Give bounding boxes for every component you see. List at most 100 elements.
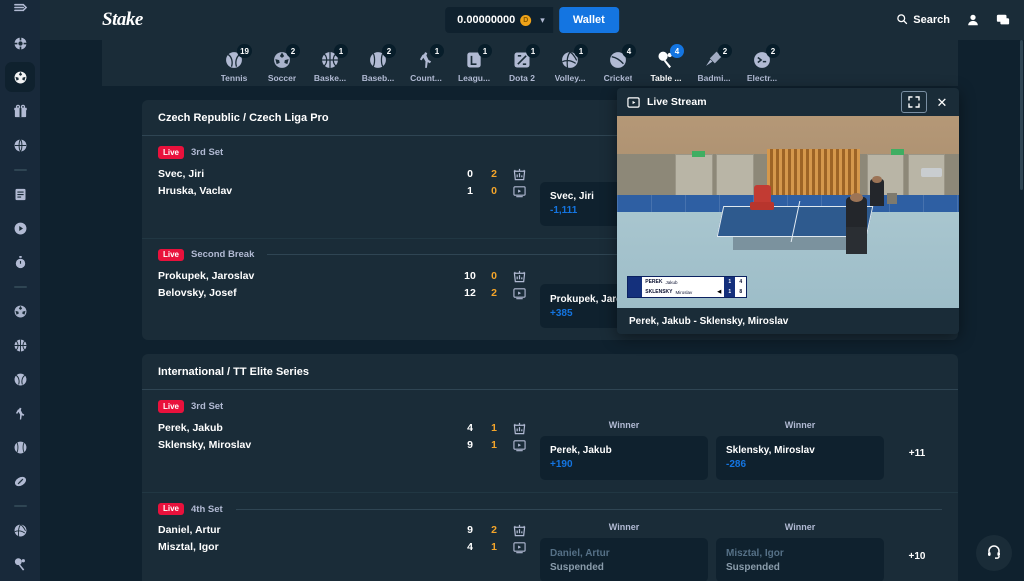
volleyball-icon: 1: [557, 44, 588, 70]
balance-amount: 0.00000000: [457, 14, 516, 26]
sport-tab-count[interactable]: 1 Count...: [402, 44, 450, 86]
stake-logo[interactable]: Stake: [102, 9, 143, 31]
sidebar-divider: [13, 286, 27, 288]
point-score: 2: [491, 287, 497, 300]
match-phase: 3rd Set: [191, 146, 224, 158]
sport-tab-leagu[interactable]: 1 Leagu...: [450, 44, 498, 86]
close-icon[interactable]: ✕: [929, 91, 955, 113]
match-body: Daniel, Artur Misztal, Igor 9 4 2 1 Winner Dani…: [158, 522, 942, 581]
live-stream-buttons: ✕: [901, 91, 955, 113]
sport-tab-tennis[interactable]: 19 Tennis: [210, 44, 258, 86]
collapse-sidebar-icon: [13, 0, 28, 20]
header-actions: Search: [896, 13, 1010, 28]
points-column: 20: [482, 166, 506, 200]
stats-chart-icon[interactable]: [513, 268, 526, 285]
sport-tab-label: Baske...: [313, 73, 347, 83]
sidebar-item-volleyball[interactable]: [5, 515, 35, 545]
table-tennis-icon: 4: [653, 44, 684, 70]
scoreboard-firstname: Jakub: [665, 279, 678, 285]
counter-strike-icon: 1: [413, 44, 444, 70]
sport-count-badge: 2: [382, 44, 396, 58]
match-row[interactable]: Live 3rd Set Perek, Jakub Sklensky, Mirosla…: [142, 390, 958, 492]
odds-button[interactable]: Perek, Jakub +190: [540, 435, 708, 480]
fullscreen-icon[interactable]: [901, 91, 927, 113]
sidebar-item-table-tennis[interactable]: [5, 549, 35, 579]
live-stream-icon[interactable]: [512, 539, 526, 556]
game-score: 10: [464, 270, 476, 283]
support-button[interactable]: [976, 535, 1012, 571]
live-stream-video[interactable]: PEREK Jakub SKLENSKY Miroslav ◀ 11 48: [617, 116, 959, 308]
sidebar-item-affiliate[interactable]: [5, 130, 35, 160]
sport-tab-dota[interactable]: 1 Dota 2: [498, 44, 546, 86]
video-referee: [870, 179, 884, 207]
soccer-ball-icon: [13, 304, 28, 319]
sidebar-item-bets[interactable]: [5, 179, 35, 209]
balance-display[interactable]: 0.00000000 ▾: [445, 7, 553, 33]
player-name: Daniel, Artur: [158, 524, 221, 537]
sidebar-item-live[interactable]: [5, 213, 35, 243]
live-stream-icon[interactable]: [512, 285, 526, 302]
match-status: Live 4th Set: [158, 502, 942, 516]
odds-button[interactable]: Sklensky, Miroslav -286: [716, 435, 884, 480]
sidebar-item-sports[interactable]: [5, 62, 35, 92]
sport-tab-table[interactable]: 4 Table ...: [642, 44, 690, 86]
video-wall-fixture: [921, 167, 942, 178]
game-score: 4: [467, 421, 473, 434]
live-stream-icon[interactable]: [512, 437, 526, 454]
esports-icon: 2: [749, 44, 780, 70]
sportsbook-page: Stake 0.00000000 ▾ Wallet Search: [0, 0, 1024, 581]
sidebar-item-american-football[interactable]: [5, 466, 35, 496]
league-title[interactable]: International / TT Elite Series: [142, 354, 958, 391]
chevron-down-icon[interactable]: ▾: [540, 15, 545, 26]
odds-area: Winner Perek, Jakub +190 Winner Sklensky, Mi…: [532, 420, 942, 480]
player-name: Sklensky, Miroslav: [158, 438, 252, 451]
football-icon: [13, 474, 28, 489]
live-stream-header: Live Stream ✕: [617, 88, 959, 116]
stats-chart-icon[interactable]: [513, 166, 526, 183]
sport-tab-cricket[interactable]: 4 Cricket: [594, 44, 642, 86]
soccer-ball-icon: [13, 70, 28, 85]
sport-tab-volley[interactable]: 1 Volley...: [546, 44, 594, 86]
games-column: 94: [458, 522, 482, 556]
search-button[interactable]: Search: [896, 13, 950, 28]
scrollbar-thumb[interactable]: [1020, 40, 1023, 190]
profile-icon[interactable]: [966, 13, 980, 27]
chat-icon[interactable]: [996, 13, 1010, 27]
odds-selection-name: Perek, Jakub: [550, 445, 612, 457]
live-stream-icon[interactable]: [512, 183, 526, 200]
game-score: 12: [464, 287, 476, 300]
player-name: Misztal, Igor: [158, 541, 219, 554]
point-score: 2: [491, 524, 497, 537]
sport-count-badge: 4: [622, 44, 636, 58]
sport-tab-badmi[interactable]: 2 Badmi...: [690, 44, 738, 86]
match-media-icons: [506, 522, 532, 556]
sidebar-item-basketball[interactable]: [5, 330, 35, 360]
basketball-icon: [13, 338, 28, 353]
sidebar-item-racing[interactable]: [5, 247, 35, 277]
scoreboard-player-row: PEREK Jakub: [642, 277, 724, 287]
sidebar-item-counter-strike[interactable]: [5, 398, 35, 428]
sidebar-item-promotions[interactable]: [5, 96, 35, 126]
stats-chart-icon[interactable]: [513, 522, 526, 539]
sidebar-item-tennis[interactable]: [5, 364, 35, 394]
page-scrollbar[interactable]: [1019, 40, 1024, 581]
sport-tab-baske[interactable]: 1 Baske...: [306, 44, 354, 86]
stats-chart-icon[interactable]: [513, 420, 526, 437]
sport-tab-baseb[interactable]: 2 Baseb...: [354, 44, 402, 86]
more-markets-count[interactable]: +11: [892, 440, 942, 459]
scoreboard-set-value: 1: [728, 279, 732, 286]
sport-tab-electr[interactable]: 2 Electr...: [738, 44, 786, 86]
casino-chip-icon: [13, 36, 28, 51]
sidebar-item-soccer[interactable]: [5, 296, 35, 326]
scoreboard-serve-indicator: ◀: [717, 289, 722, 296]
more-markets-count[interactable]: +10: [892, 543, 942, 562]
match-scores: 4911: [458, 420, 506, 454]
wallet-button[interactable]: Wallet: [558, 7, 619, 33]
match-scores: 9421: [458, 522, 506, 556]
odds-value: +190: [550, 459, 573, 471]
match-row[interactable]: Live 4th Set Daniel, Artur Misztal, Igor 9 4 2…: [142, 491, 958, 581]
sport-tab-soccer[interactable]: 2 Soccer: [258, 44, 306, 86]
sidebar-item-baseball[interactable]: [5, 432, 35, 462]
sidebar-collapse-button[interactable]: [0, 0, 40, 20]
sidebar-item-casino[interactable]: [5, 28, 35, 58]
